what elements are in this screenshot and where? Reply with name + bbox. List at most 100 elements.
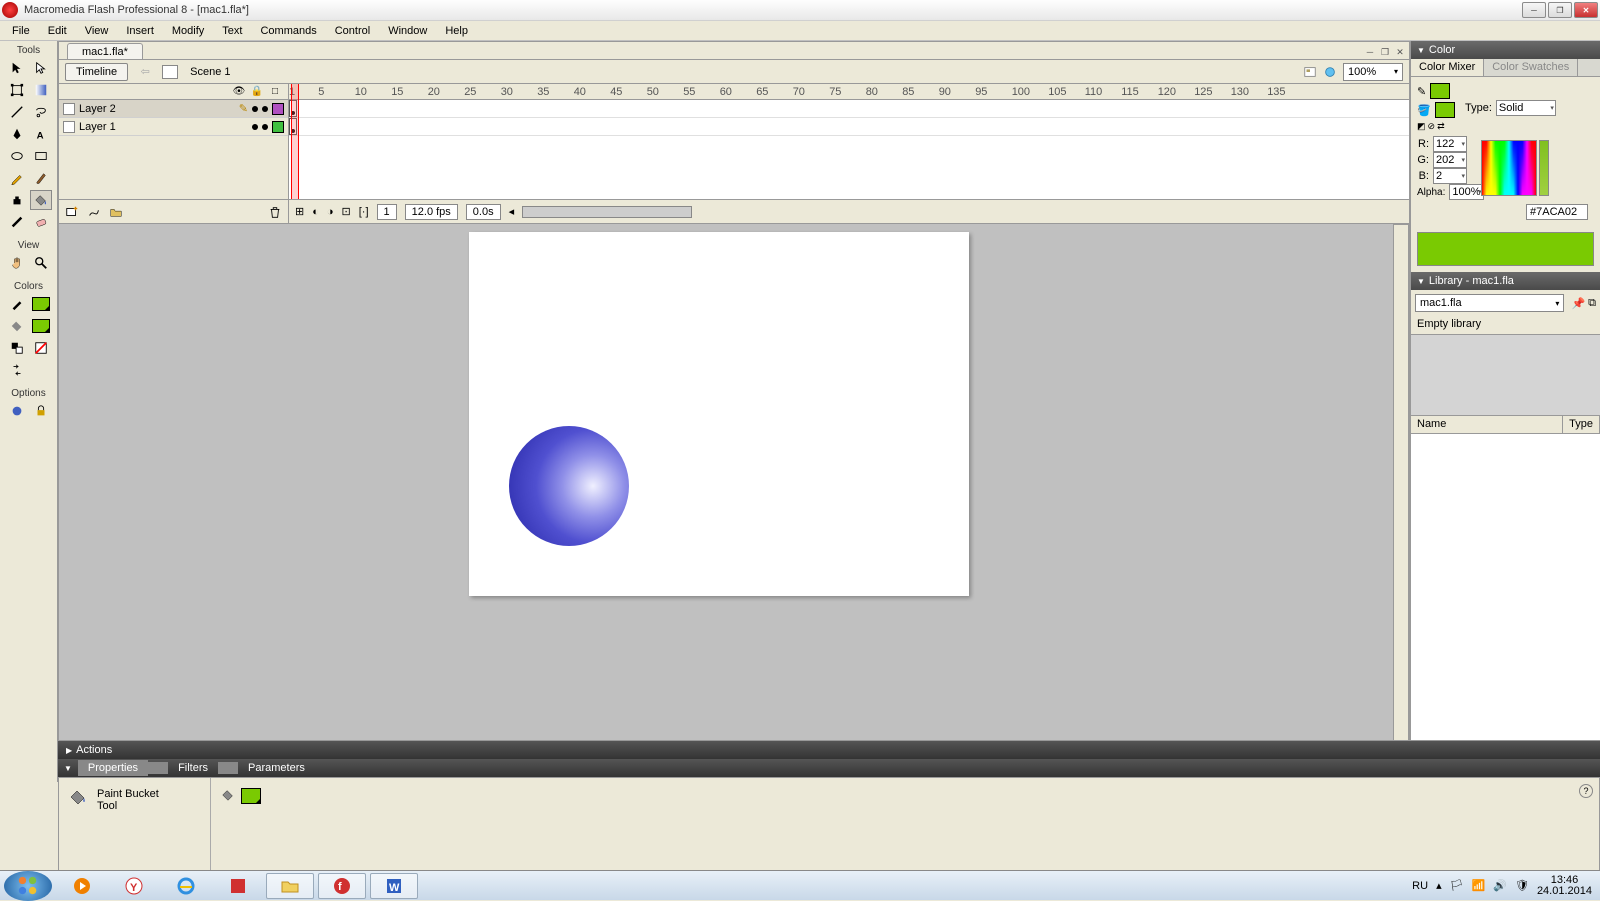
pencil-tool[interactable] <box>6 168 28 188</box>
line-tool[interactable] <box>6 102 28 122</box>
eyedropper-tool[interactable] <box>6 212 28 232</box>
lock-dot[interactable] <box>262 124 268 130</box>
outline-color-box[interactable] <box>272 121 284 133</box>
type-select[interactable]: Solid <box>1496 100 1556 116</box>
swap-colors-icon[interactable]: ⇄ <box>1437 121 1445 132</box>
filters-tab[interactable]: Filters <box>168 760 218 776</box>
name-column[interactable]: Name <box>1411 416 1563 433</box>
brightness-bar[interactable] <box>1539 140 1549 196</box>
color-spectrum[interactable] <box>1481 140 1537 196</box>
help-icon[interactable]: ? <box>1579 784 1593 798</box>
frame-row[interactable] <box>289 118 1409 136</box>
new-motion-guide-button[interactable] <box>85 204 103 220</box>
zoom-tool[interactable] <box>30 253 52 273</box>
menu-commands[interactable]: Commands <box>252 23 324 39</box>
frame-row[interactable] <box>289 100 1409 118</box>
doc-minimize-icon[interactable]: ─ <box>1363 45 1377 59</box>
doc-close-icon[interactable]: ✕ <box>1393 45 1407 59</box>
visibility-dot[interactable] <box>252 106 258 112</box>
center-frame-icon[interactable]: ⊞ <box>295 205 304 218</box>
alpha-field[interactable]: 100% <box>1449 184 1483 200</box>
fill-color-swatch[interactable] <box>241 788 261 804</box>
onion-markers-icon[interactable]: [·] <box>359 206 369 218</box>
ink-bottle-tool[interactable] <box>6 190 28 210</box>
oval-tool[interactable] <box>6 146 28 166</box>
layer-row[interactable]: Layer 1 <box>59 118 288 136</box>
onion-outline-icon[interactable]: ◑ <box>327 206 334 218</box>
file-tab[interactable]: mac1.fla* <box>67 43 143 59</box>
actions-panel-title[interactable]: Actions <box>58 741 1600 759</box>
lock-dot[interactable] <box>262 106 268 112</box>
g-field[interactable]: 202 <box>1433 152 1467 168</box>
type-column[interactable]: Type <box>1563 416 1600 433</box>
new-folder-button[interactable] <box>107 204 125 220</box>
doc-restore-icon[interactable]: ❐ <box>1378 45 1392 59</box>
edit-scene-icon[interactable] <box>1303 65 1317 79</box>
no-color-button[interactable] <box>30 338 52 358</box>
menu-window[interactable]: Window <box>380 23 435 39</box>
menu-edit[interactable]: Edit <box>40 23 75 39</box>
maximize-button[interactable]: ❐ <box>1548 2 1572 18</box>
tray-volume-icon[interactable]: 🔊 <box>1493 879 1507 892</box>
onion-skin-icon[interactable]: ◐ <box>312 206 319 218</box>
stage-area[interactable] <box>59 224 1409 781</box>
edit-symbol-icon[interactable] <box>1323 65 1337 79</box>
frame-ruler[interactable]: 1510152025303540455055606570758085909510… <box>289 84 1409 100</box>
text-tool[interactable]: A <box>30 124 52 144</box>
scene-name[interactable]: Scene 1 <box>190 66 230 78</box>
zoom-select[interactable]: 100% <box>1343 63 1403 81</box>
menu-insert[interactable]: Insert <box>118 23 162 39</box>
menu-view[interactable]: View <box>77 23 117 39</box>
layer-name[interactable]: Layer 1 <box>79 121 233 133</box>
mixer-tab[interactable]: Color Mixer <box>1411 59 1484 76</box>
edit-multiple-icon[interactable]: ⊡ <box>342 205 351 218</box>
frame-scroll-left[interactable]: ◂ <box>509 205 515 218</box>
parameters-tab[interactable]: Parameters <box>238 760 315 776</box>
vertical-scrollbar[interactable] <box>1393 224 1409 765</box>
new-library-icon[interactable]: ⧉ <box>1588 297 1596 310</box>
pen-tool[interactable] <box>6 124 28 144</box>
start-button[interactable] <box>4 871 52 901</box>
library-list[interactable] <box>1411 434 1600 764</box>
stroke-color-swatch[interactable] <box>30 294 52 314</box>
taskbar-mediaplayer[interactable] <box>58 873 106 899</box>
outline-column-icon[interactable]: □ <box>268 86 282 97</box>
layer-name[interactable]: Layer 2 <box>79 103 235 115</box>
language-indicator[interactable]: RU <box>1412 880 1428 892</box>
eraser-tool[interactable] <box>30 212 52 232</box>
tray-security-icon[interactable]: 🛡 <box>1515 879 1529 892</box>
taskbar-flash[interactable]: f <box>318 873 366 899</box>
timeline-toggle-button[interactable]: Timeline <box>65 63 128 81</box>
taskbar-yandex[interactable]: Y <box>110 873 158 899</box>
delete-layer-button[interactable] <box>266 204 284 220</box>
gradient-transform-tool[interactable] <box>30 80 52 100</box>
selection-tool[interactable] <box>6 58 28 78</box>
taskbar-explorer[interactable] <box>266 873 314 899</box>
close-button[interactable]: ✕ <box>1574 2 1598 18</box>
hand-tool[interactable] <box>6 253 28 273</box>
pin-library-icon[interactable]: 📌 <box>1571 297 1585 310</box>
library-doc-select[interactable]: mac1.fla <box>1415 294 1564 312</box>
back-arrow-icon[interactable]: ⇦ <box>136 63 154 81</box>
menu-text[interactable]: Text <box>214 23 250 39</box>
lock-column-icon[interactable]: 🔒 <box>250 86 264 97</box>
hex-field[interactable]: #7ACA02 <box>1526 204 1588 220</box>
taskbar-ie[interactable] <box>162 873 210 899</box>
fill-swatch[interactable] <box>1435 102 1455 118</box>
fill-color-swatch[interactable] <box>30 316 52 336</box>
layer-row[interactable]: Layer 2 ✎ <box>59 100 288 118</box>
default-colors-button[interactable] <box>6 338 28 358</box>
lock-fill-option[interactable] <box>30 401 52 421</box>
paint-bucket-tool[interactable] <box>30 190 52 210</box>
swap-colors-button[interactable] <box>6 360 28 380</box>
tray-network-icon[interactable]: 📶 <box>1472 879 1486 892</box>
minimize-button[interactable]: ─ <box>1522 2 1546 18</box>
stage-object-sphere[interactable] <box>509 426 629 546</box>
frames-area[interactable]: 1510152025303540455055606570758085909510… <box>289 84 1409 223</box>
library-panel-title[interactable]: Library - mac1.fla <box>1411 272 1600 290</box>
stroke-swatch[interactable] <box>1430 83 1450 99</box>
menu-modify[interactable]: Modify <box>164 23 212 39</box>
new-layer-button[interactable] <box>63 204 81 220</box>
taskbar-app1[interactable] <box>214 873 262 899</box>
swatches-tab[interactable]: Color Swatches <box>1484 59 1578 76</box>
